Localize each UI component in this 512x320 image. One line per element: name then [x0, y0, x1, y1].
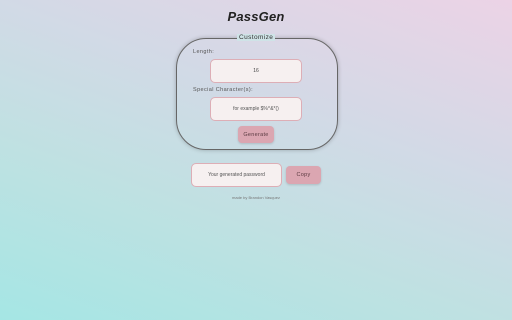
customize-legend: Customize	[237, 34, 276, 41]
app-title: PassGen	[227, 9, 285, 24]
length-input[interactable]	[210, 59, 302, 83]
length-label: Length:	[193, 49, 215, 55]
special-characters-label: Special Character(s):	[193, 87, 254, 93]
special-characters-input[interactable]	[210, 97, 302, 121]
generate-button[interactable]: Generate	[238, 126, 274, 143]
footer-credit: made by Brandon Vasquez	[232, 195, 280, 200]
copy-button[interactable]: Copy	[286, 166, 321, 184]
generated-password-field[interactable]	[191, 163, 282, 187]
